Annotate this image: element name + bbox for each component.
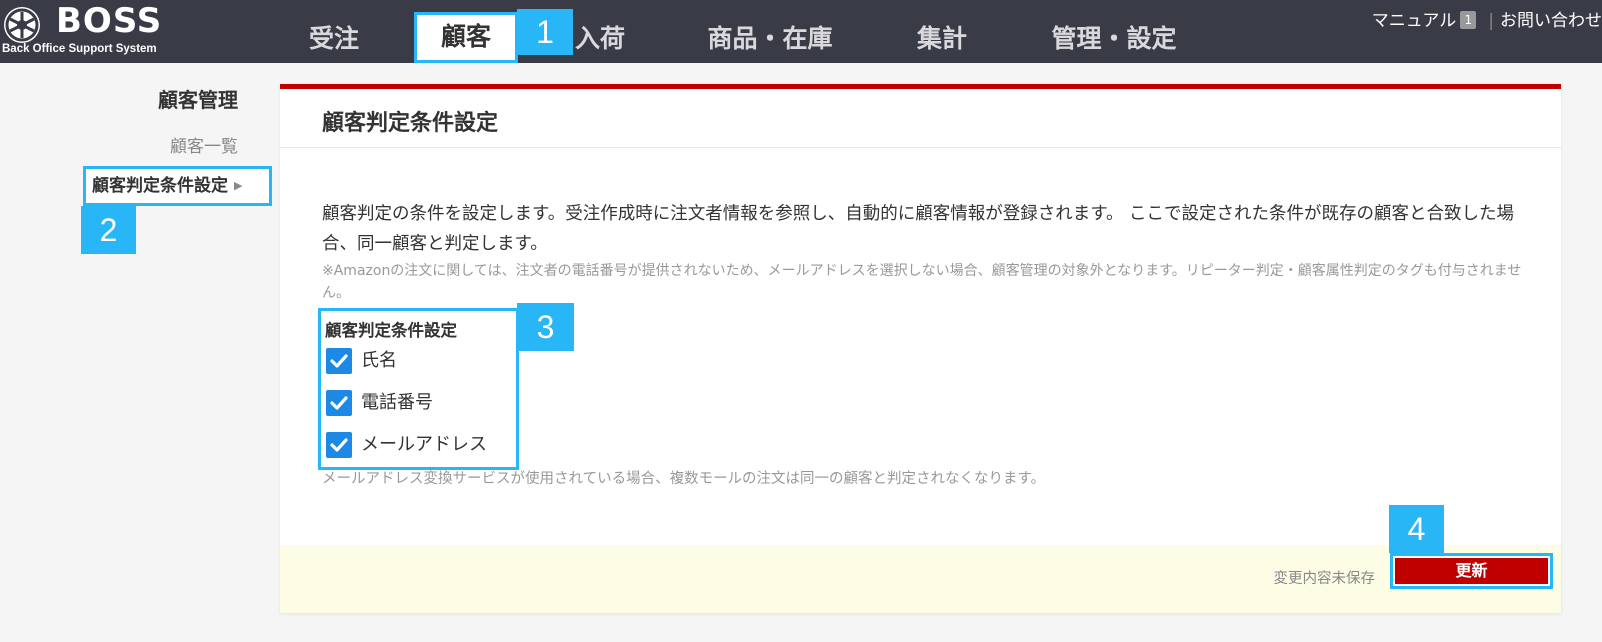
checkmark-icon[interactable] <box>326 348 352 374</box>
sidebar-item-label: 顧客判定条件設定 <box>92 176 228 196</box>
callout-3: 3 <box>517 303 574 351</box>
tab-products-inventory[interactable]: 商品・在庫 <box>690 14 850 63</box>
amazon-note: ※Amazonの注文に関しては、注文者の電話番号が提供されないため、メールアドレ… <box>322 263 1522 301</box>
callout-2: 2 <box>81 206 136 254</box>
sidebar-item-customer-list[interactable]: 顧客一覧 <box>170 132 238 157</box>
logo-mark-icon <box>4 7 40 43</box>
conditions-label: 顧客判定条件設定 <box>325 321 457 340</box>
top-navigation-bar: BOSS Back Office Support System 受注 顧客 入荷… <box>0 0 1602 63</box>
logo-title: BOSS <box>56 1 163 41</box>
email-conversion-hint: メールアドレス変換サービスが使用されている場合、複数モールの注文は同一の顧客と判… <box>322 471 1046 487</box>
unsaved-status: 変更内容未保存 <box>1273 571 1376 587</box>
header-links: マニュアル 1 | お問い合わせ <box>1372 6 1602 31</box>
page-description: 顧客判定の条件を設定します。受注作成時に注文者情報を参照し、自動的に顧客情報が登… <box>322 204 1515 254</box>
title-divider <box>280 147 1561 148</box>
callout-4: 4 <box>1389 505 1444 553</box>
checkmark-icon[interactable] <box>326 390 352 416</box>
triangle-right-icon: ▶ <box>234 179 243 192</box>
manual-badge: 1 <box>1460 11 1477 29</box>
contact-link[interactable]: お問い合わせ <box>1500 11 1602 31</box>
checkbox-label: メールアドレス <box>361 434 487 455</box>
sidebar-item-customer-judgment-settings[interactable]: 顧客判定条件設定 ▶ <box>83 166 272 206</box>
checkmark-icon[interactable] <box>326 432 352 458</box>
tab-orders[interactable]: 受注 <box>288 14 380 63</box>
callout-1: 1 <box>517 9 573 55</box>
checkbox-label: 電話番号 <box>361 392 433 413</box>
sidebar-title: 顧客管理 <box>158 88 238 112</box>
tab-customers[interactable]: 顧客 <box>414 12 518 63</box>
app-logo[interactable]: BOSS Back Office Support System <box>2 1 172 59</box>
update-button-frame: 更新 <box>1390 553 1553 589</box>
save-footer-bar: 変更内容未保存 更新 <box>280 545 1561 613</box>
update-button[interactable]: 更新 <box>1395 558 1548 584</box>
logo-subtitle: Back Office Support System <box>2 43 157 55</box>
page-title: 顧客判定条件設定 <box>322 111 499 136</box>
main-panel: 顧客判定条件設定 顧客判定の条件を設定します。受注作成時に注文者情報を参照し、自… <box>280 84 1561 613</box>
header-separator: | <box>1488 11 1494 31</box>
judgment-conditions-group: 顧客判定条件設定 氏名 電話番号 メールアドレス <box>318 308 519 470</box>
tab-management-settings[interactable]: 管理・設定 <box>1030 14 1198 63</box>
tab-aggregation[interactable]: 集計 <box>896 14 988 63</box>
manual-link[interactable]: マニュアル <box>1372 11 1457 31</box>
checkbox-label: 氏名 <box>361 350 397 371</box>
